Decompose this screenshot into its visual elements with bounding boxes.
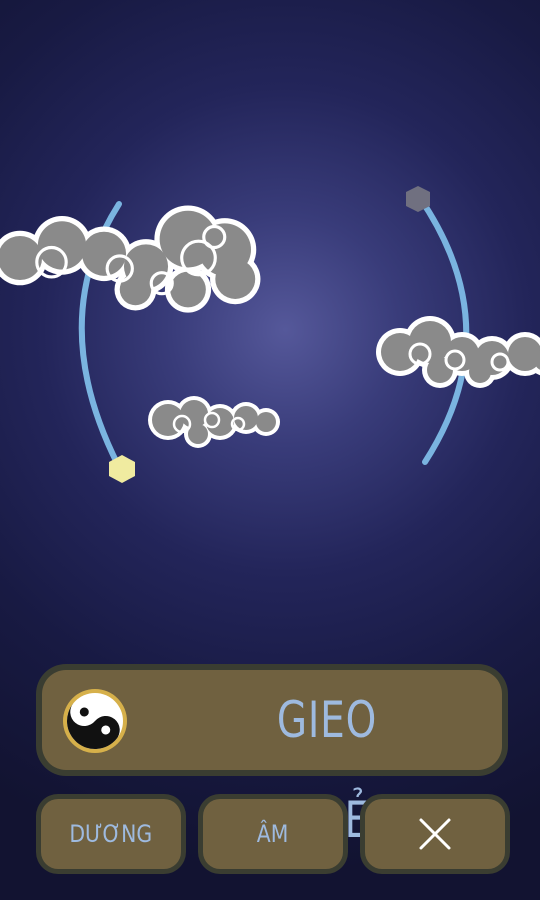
cloud [376, 316, 540, 388]
cast-hexagram-button[interactable]: GIEO QUẺ [36, 664, 508, 849]
cast-hexagram-button-face: GIEO QUẺ [42, 670, 502, 849]
close-button-face [365, 799, 505, 869]
cloud [148, 396, 280, 448]
close-icon [419, 818, 451, 850]
game-screen: GIEO QUẺ DƯƠNG ÂM [0, 0, 540, 900]
yin-label: ÂM [257, 820, 289, 848]
cast-hexagram-label: GIEO QUẺ [276, 691, 378, 849]
cloud [0, 205, 261, 313]
yin-button[interactable]: ÂM [198, 794, 348, 874]
yang-label: DƯƠNG [69, 820, 153, 848]
yang-button[interactable]: DƯƠNG [36, 794, 186, 874]
yin-yang-icon [63, 689, 127, 753]
yang-button-face: DƯƠNG [41, 799, 181, 869]
yin-button-face: ÂM [203, 799, 343, 869]
sky-scene [0, 186, 540, 483]
close-button[interactable] [360, 794, 510, 874]
